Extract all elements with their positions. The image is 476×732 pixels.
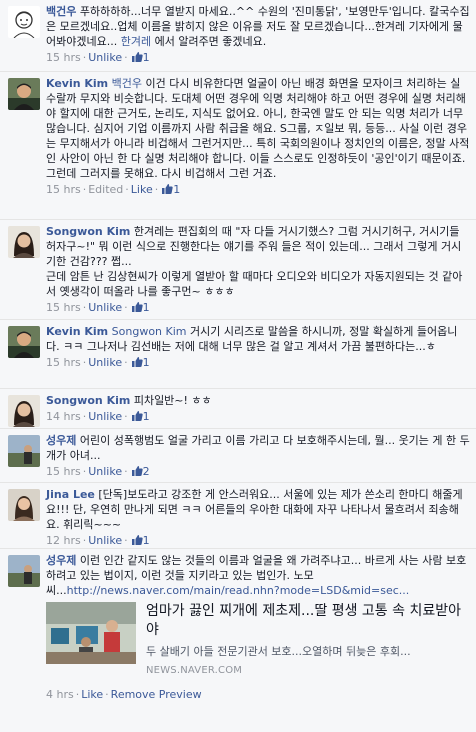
comment-meta: 15 hrs · Unlike · 2 bbox=[46, 465, 150, 478]
like-thumb-icon bbox=[131, 357, 143, 367]
comment-meta: 12 hrs · Unlike · 1 bbox=[46, 534, 150, 547]
unlike-button[interactable]: Unlike bbox=[88, 51, 122, 64]
mention-link[interactable]: Songwon Kim bbox=[112, 325, 187, 338]
comment-item: Songwon Kim 한겨레는 편집회의 때 "자 다들 거시기했스? 그럼 … bbox=[0, 220, 476, 320]
remove-preview-button[interactable]: Remove Preview bbox=[111, 688, 202, 701]
comment-item: Jina Lee [단독]보도라고 강조한 게 안스러워요... 서울에 있는 … bbox=[0, 483, 476, 549]
like-thumb-icon bbox=[131, 535, 143, 545]
link-preview-domain: NEWS.NAVER.COM bbox=[146, 665, 243, 676]
like-count[interactable]: 1 bbox=[143, 301, 150, 314]
comment-time[interactable]: 15 hrs bbox=[46, 183, 81, 196]
comment-author[interactable]: Songwon Kim bbox=[46, 394, 130, 407]
link-preview-description: 두 살배기 아들 전문기관서 보호...오열하며 뒤늦은 후회... bbox=[146, 645, 411, 658]
like-button[interactable]: Like bbox=[81, 688, 103, 701]
comment-author[interactable]: Songwon Kim bbox=[46, 225, 130, 238]
profile-woman-avatar[interactable] bbox=[8, 489, 40, 521]
profile-man-avatar[interactable] bbox=[8, 326, 40, 358]
comment-time[interactable]: 15 hrs bbox=[46, 51, 81, 64]
like-count[interactable]: 1 bbox=[143, 534, 150, 547]
like-thumb-icon bbox=[131, 411, 143, 421]
article-url-link[interactable]: http://news.naver.com/main/read.nhn?mode… bbox=[67, 584, 410, 597]
unlike-button[interactable]: Unlike bbox=[88, 465, 122, 478]
profile-woman-avatar[interactable] bbox=[8, 226, 40, 258]
link-preview-thumbnail[interactable] bbox=[46, 602, 136, 664]
comment-meta: 15 hrs · Unlike · 1 bbox=[46, 356, 150, 369]
like-thumb-icon bbox=[162, 184, 173, 194]
like-button[interactable]: Like bbox=[131, 183, 153, 196]
comment-time[interactable]: 15 hrs bbox=[46, 465, 81, 478]
comment-time[interactable]: 15 hrs bbox=[46, 356, 81, 369]
comment-time[interactable]: 12 hrs bbox=[46, 534, 81, 547]
comment-meta: 15 hrs · Unlike · 1 bbox=[46, 51, 150, 64]
comment-text: 피차일반~! ㅎㅎ bbox=[130, 394, 212, 407]
unlike-button[interactable]: Unlike bbox=[88, 410, 122, 423]
comment-meta: 15 hrs · Edited · Like · 1 bbox=[46, 183, 181, 196]
comment-author[interactable]: 성우제 bbox=[46, 434, 76, 447]
comment-thread: 백건우 푸하하하하...너무 열받지 마세요..^^ 수원의 '진미통닭', '… bbox=[0, 0, 476, 732]
comment-text: 어린이 성폭행범도 얼굴 가리고 이름 가리고 다 보호해주시는데, 뭘... … bbox=[46, 434, 470, 462]
comment-time[interactable]: 15 hrs bbox=[46, 301, 81, 314]
like-thumb-icon bbox=[131, 52, 143, 62]
like-count[interactable]: 1 bbox=[143, 410, 150, 423]
profile-landscape-avatar[interactable] bbox=[8, 435, 40, 467]
comment-item: 성우제 이런 인간 같지도 않는 것들의 이름과 얼굴을 왜 가려주냐고... … bbox=[0, 549, 476, 730]
comment-author[interactable]: 성우제 bbox=[46, 554, 76, 567]
comment-text: 거시기 시리즈로 말씀을 하시니까, 정말 확실하게 들어옵니다. ㅋㅋ 그나저… bbox=[46, 325, 458, 353]
mention-link[interactable]: 백건우 bbox=[112, 77, 142, 90]
comment-author[interactable]: 백건우 bbox=[46, 5, 76, 18]
like-count[interactable]: 1 bbox=[173, 183, 180, 196]
comment-text: 이건 다시 비유한다면 얼굴이 아닌 배경 화면을 모자이크 처리하는 실수랄까… bbox=[46, 77, 470, 180]
profile-woman-avatar[interactable] bbox=[8, 395, 40, 427]
profile-landscape-avatar[interactable] bbox=[8, 555, 40, 587]
comment-meta: 4 hrs · Like · Remove Preview bbox=[46, 688, 202, 701]
mention-link[interactable]: 한겨레 bbox=[121, 35, 151, 48]
like-thumb-icon bbox=[131, 302, 143, 312]
unlike-button[interactable]: Unlike bbox=[88, 356, 122, 369]
comment-meta: 15 hrs · Unlike · 1 bbox=[46, 301, 150, 314]
link-preview-title[interactable]: 엄마가 끓인 찌개에 제초제...딸 평생 고통 속 치료받아야 bbox=[146, 602, 470, 640]
comment-item: 백건우 푸하하하하...너무 열받지 마세요..^^ 수원의 '진미통닭', '… bbox=[0, 0, 476, 72]
profile-sketch-avatar[interactable] bbox=[8, 6, 40, 38]
link-preview-card[interactable]: 엄마가 끓인 찌개에 제초제...딸 평생 고통 속 치료받아야 두 살배기 아… bbox=[46, 602, 470, 678]
comment-time[interactable]: 14 hrs bbox=[46, 410, 81, 423]
like-count[interactable]: 2 bbox=[143, 465, 150, 478]
comment-time[interactable]: 4 hrs bbox=[46, 688, 74, 701]
comment-item: Kevin Kim Songwon Kim 거시기 시리즈로 말씀을 하시니까,… bbox=[0, 320, 476, 389]
comment-item: Songwon Kim 피차일반~! ㅎㅎ 14 hrs · Unlike · 1 bbox=[0, 389, 476, 429]
comment-author[interactable]: Jina Lee bbox=[46, 488, 95, 501]
comment-item: Kevin Kim 백건우 이건 다시 비유한다면 얼굴이 아닌 배경 화면을 … bbox=[0, 72, 476, 220]
edited-label[interactable]: Edited bbox=[88, 183, 123, 196]
comment-item: 성우제 어린이 성폭행범도 얼굴 가리고 이름 가리고 다 보호해주시는데, 뭘… bbox=[0, 429, 476, 483]
like-count[interactable]: 1 bbox=[143, 51, 150, 64]
comment-author[interactable]: Kevin Kim bbox=[46, 325, 108, 338]
unlike-button[interactable]: Unlike bbox=[88, 301, 122, 314]
profile-man-avatar[interactable] bbox=[8, 78, 40, 110]
comment-text: [단독]보도라고 강조한 게 안스러워요... 서울에 있는 제가 쓴소리 한마… bbox=[46, 488, 463, 531]
comment-text: 에서 알려주면 좋겠네요. bbox=[151, 35, 267, 48]
comment-meta: 14 hrs · Unlike · 1 bbox=[46, 410, 150, 423]
unlike-button[interactable]: Unlike bbox=[88, 534, 122, 547]
like-thumb-icon bbox=[131, 466, 143, 476]
like-count[interactable]: 1 bbox=[143, 356, 150, 369]
comment-author[interactable]: Kevin Kim bbox=[46, 77, 108, 90]
